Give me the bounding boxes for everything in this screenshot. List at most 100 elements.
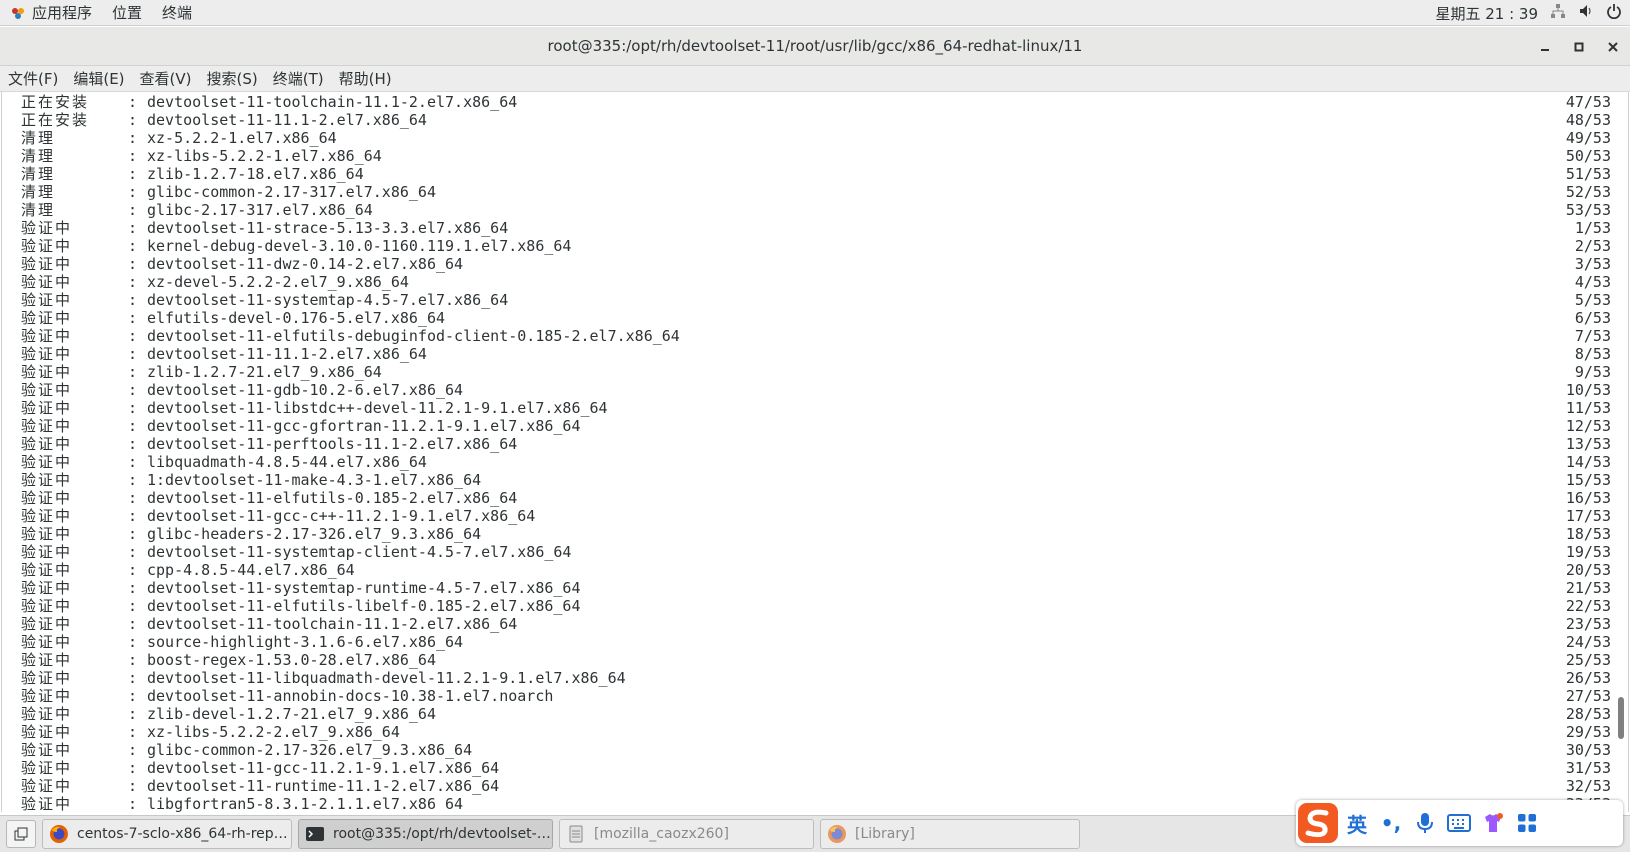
terminal-line: 验证中: devtoolset-11-gcc-c++-11.2.1-9.1.el7… xyxy=(21,507,1611,525)
line-progress-count: 4/53 xyxy=(1574,273,1611,291)
line-status: 验证中 xyxy=(21,543,73,561)
line-status: 验证中 xyxy=(21,525,73,543)
volume-icon[interactable] xyxy=(1578,3,1594,23)
line-status: 验证中 xyxy=(21,759,73,777)
line-colon: : xyxy=(128,147,138,165)
line-colon: : xyxy=(128,183,138,201)
line-package: devtoolset-11-gcc-c++-11.2.1-9.1.el7.x86… xyxy=(147,507,536,525)
line-package: xz-libs-5.2.2-1.el7.x86_64 xyxy=(147,147,382,165)
line-status: 验证中 xyxy=(21,309,73,327)
line-colon: : xyxy=(128,597,138,615)
firefox-icon xyxy=(49,824,69,844)
line-progress-count: 28/53 xyxy=(1565,705,1611,723)
system-tray: 星期五 21 : 39 xyxy=(1435,0,1622,26)
line-progress-count: 31/53 xyxy=(1565,759,1611,777)
ime-punct-label: •, xyxy=(1380,811,1402,835)
line-package: zlib-1.2.7-21.el7_9.x86_64 xyxy=(147,363,382,381)
line-status: 清理 xyxy=(21,201,56,219)
ime-toolbar[interactable]: 英 •, xyxy=(1296,800,1623,846)
line-status: 验证中 xyxy=(21,399,73,417)
terminal-line: 验证中: devtoolset-11-systemtap-runtime-4.5-… xyxy=(21,579,1611,597)
menu-file[interactable]: 文件(F) xyxy=(4,68,62,89)
line-colon: : xyxy=(128,201,138,219)
line-progress-count: 7/53 xyxy=(1574,327,1611,345)
ime-punctuation-toggle[interactable]: •, xyxy=(1374,803,1408,843)
keyboard-icon[interactable] xyxy=(1442,803,1476,843)
line-status: 验证中 xyxy=(21,633,73,651)
terminal-line: 验证中:1:devtoolset-11-make-4.3-1.el7.x86_6… xyxy=(21,471,1611,489)
clock[interactable]: 星期五 21 : 39 xyxy=(1435,3,1538,24)
line-package: elfutils-devel-0.176-5.el7.x86_64 xyxy=(147,309,446,327)
line-status: 验证中 xyxy=(21,219,73,237)
microphone-icon[interactable] xyxy=(1408,803,1442,843)
line-colon: : xyxy=(128,759,138,777)
line-status: 验证中 xyxy=(21,327,73,345)
line-colon: : xyxy=(128,705,138,723)
line-colon: : xyxy=(128,525,138,543)
window-title: root@335:/opt/rh/devtoolset-11/root/usr/… xyxy=(547,37,1083,55)
line-progress-count: 29/53 xyxy=(1565,723,1611,741)
terminal-output[interactable]: 正在安装: devtoolset-11-toolchain-11.1-2.el7.… xyxy=(1,92,1629,812)
task-firefox-repodata[interactable]: centos-7-sclo-x86_64-rh-repodata... xyxy=(42,819,292,849)
line-progress-count: 18/53 xyxy=(1565,525,1611,543)
window-titlebar[interactable]: root@335:/opt/rh/devtoolset-11/root/usr/… xyxy=(0,27,1630,66)
line-colon: : xyxy=(128,651,138,669)
line-progress-count: 50/53 xyxy=(1565,147,1611,165)
show-desktop-button[interactable] xyxy=(6,820,36,848)
line-status: 验证中 xyxy=(21,255,73,273)
task-terminal[interactable]: root@335:/opt/rh/devtoolset-11/r... xyxy=(298,819,553,849)
menu-search[interactable]: 搜索(S) xyxy=(203,68,262,89)
task-label: [mozilla_caozx260] xyxy=(594,826,729,842)
task-mozilla-folder[interactable]: [mozilla_caozx260] xyxy=(559,819,814,849)
toolbox-grid-icon[interactable] xyxy=(1510,803,1544,843)
line-progress-count: 25/53 xyxy=(1565,651,1611,669)
line-progress-count: 8/53 xyxy=(1574,345,1611,363)
line-status: 清理 xyxy=(21,129,56,147)
line-package: devtoolset-11-elfutils-libelf-0.185-2.el… xyxy=(147,597,581,615)
line-status: 验证中 xyxy=(21,651,73,669)
menu-view[interactable]: 查看(V) xyxy=(136,68,196,89)
line-progress-count: 10/53 xyxy=(1565,381,1611,399)
minimize-button[interactable] xyxy=(1528,27,1562,66)
terminal-icon xyxy=(305,824,325,844)
ime-mode-toggle[interactable]: 英 xyxy=(1340,803,1374,843)
terminal-line: 验证中: devtoolset-11-toolchain-11.1-2.el7.x… xyxy=(21,615,1611,633)
menu-edit[interactable]: 编辑(E) xyxy=(69,68,128,89)
terminal-line: 验证中: devtoolset-11-elfutils-libelf-0.185-… xyxy=(21,597,1611,615)
terminal-line: 正在安装: devtoolset-11-toolchain-11.1-2.el7.… xyxy=(21,93,1611,111)
scrollbar-thumb[interactable] xyxy=(1618,697,1624,739)
skin-shirt-icon[interactable] xyxy=(1476,803,1510,843)
terminal-line: 验证中: libquadmath-4.8.5-44.el7.x86_64 14/53 xyxy=(21,453,1611,471)
power-icon[interactable] xyxy=(1606,3,1622,23)
task-library[interactable]: [Library] xyxy=(820,819,1080,849)
line-colon: : xyxy=(128,435,138,453)
task-label: centos-7-sclo-x86_64-rh-repodata... xyxy=(77,826,291,842)
terminal-app-menu[interactable]: 终端 xyxy=(152,0,202,26)
line-colon: : xyxy=(128,795,138,812)
line-colon: : xyxy=(128,561,138,579)
line-status: 验证中 xyxy=(21,417,73,435)
maximize-button[interactable] xyxy=(1562,27,1596,66)
task-label: [Library] xyxy=(855,826,915,842)
network-icon[interactable] xyxy=(1550,3,1566,23)
menu-terminal[interactable]: 终端(T) xyxy=(269,68,328,89)
line-status: 验证中 xyxy=(21,615,73,633)
terminal-line: 验证中: zlib-1.2.7-21.el7_9.x86_64 9/53 xyxy=(21,363,1611,381)
places-menu[interactable]: 位置 xyxy=(102,0,152,26)
line-colon: : xyxy=(128,111,138,129)
terminal-line: 验证中: devtoolset-11-elfutils-0.185-2.el7.x… xyxy=(21,489,1611,507)
line-package: kernel-debug-devel-3.10.0-1160.119.1.el7… xyxy=(147,237,572,255)
terminal-scrollbar[interactable] xyxy=(1616,92,1626,812)
line-progress-count: 11/53 xyxy=(1565,399,1611,417)
line-colon: : xyxy=(128,687,138,705)
line-progress-count: 26/53 xyxy=(1565,669,1611,687)
menu-help[interactable]: 帮助(H) xyxy=(335,68,396,89)
line-progress-count: 17/53 xyxy=(1565,507,1611,525)
close-button[interactable] xyxy=(1596,27,1630,66)
sogou-logo-icon[interactable] xyxy=(1296,801,1340,845)
terminal-line: 清理: glibc-2.17-317.el7.x86_64 53/53 xyxy=(21,201,1611,219)
line-colon: : xyxy=(128,291,138,309)
applications-menu[interactable]: 应用程序 xyxy=(0,0,102,26)
line-status: 验证中 xyxy=(21,669,73,687)
line-progress-count: 20/53 xyxy=(1565,561,1611,579)
